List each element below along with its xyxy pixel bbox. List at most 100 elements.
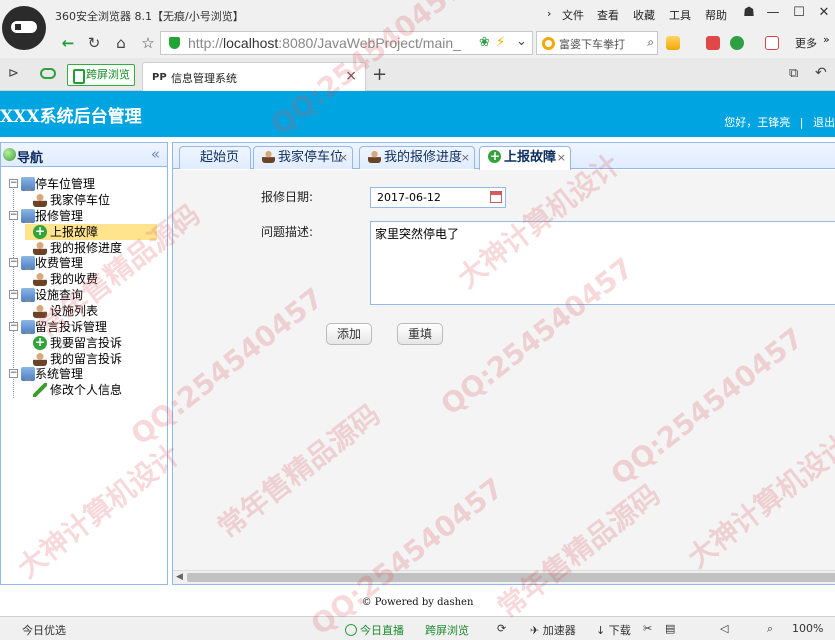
status-deals[interactable]: 今日优选 bbox=[22, 622, 66, 638]
tree-node-fees[interactable]: − 收费管理 bbox=[9, 255, 83, 271]
date-value: 2017-06-12 bbox=[377, 191, 441, 204]
minimize-icon[interactable]: — bbox=[760, 3, 786, 23]
search-input[interactable]: 富婆下车拳打 ⌕ bbox=[536, 31, 658, 55]
sync-icon[interactable]: ⟳ bbox=[497, 622, 506, 635]
add-icon bbox=[488, 149, 502, 163]
folder-icon bbox=[21, 177, 35, 191]
toggle-icon[interactable]: − bbox=[9, 290, 18, 299]
browser-titlebar: 360安全浏览器 8.1【无痕/小号浏览】 › 文件 查看 收藏 工具 帮助 ☗… bbox=[0, 0, 835, 28]
menu-arrow-icon[interactable]: › bbox=[547, 7, 551, 20]
tab-start-page[interactable]: 起始页 bbox=[179, 146, 251, 169]
toggle-icon[interactable]: − bbox=[9, 322, 18, 331]
restore-tabs-icon[interactable]: ⧉ bbox=[789, 66, 798, 81]
close-window-icon[interactable]: ✕ bbox=[811, 3, 835, 23]
menu-file[interactable]: 文件 bbox=[562, 7, 584, 23]
separator: | bbox=[799, 116, 804, 129]
url-field[interactable]: http://localhost:8080/JavaWebProject/mai… bbox=[160, 31, 533, 55]
page-icon[interactable]: ▤ bbox=[665, 622, 675, 635]
navigation-title: 导航 bbox=[17, 151, 44, 166]
tree-node-my-fees[interactable]: 我的收费 bbox=[25, 271, 98, 287]
tab-label: 上报故障 bbox=[504, 150, 557, 165]
status-download[interactable]: ↓ 下载 bbox=[596, 622, 631, 638]
tab-close-icon[interactable]: × bbox=[461, 147, 470, 168]
toggle-icon[interactable]: − bbox=[9, 258, 18, 267]
tab-close-icon[interactable]: × bbox=[345, 68, 357, 84]
translate-icon[interactable] bbox=[765, 36, 779, 50]
zoom-icon[interactable]: ⌕ bbox=[767, 622, 773, 636]
screenshot-icon[interactable]: ✂ bbox=[643, 622, 652, 635]
tree-node-edit-profile[interactable]: 修改个人信息 bbox=[25, 382, 122, 398]
status-accelerator-label: 加速器 bbox=[542, 624, 576, 637]
maximize-icon[interactable]: ☐ bbox=[786, 3, 812, 23]
new-tab-icon[interactable]: + bbox=[372, 64, 387, 85]
compat-mode-icon[interactable]: ❀ bbox=[479, 35, 490, 50]
description-textarea[interactable]: 家里突然停电了 bbox=[370, 221, 835, 305]
tree-node-repair-progress[interactable]: 我的报修进度 bbox=[25, 240, 122, 256]
speed-mode-icon[interactable]: ⚡ bbox=[496, 35, 505, 50]
favorite-star-icon[interactable]: ☆ bbox=[137, 32, 159, 54]
menu-help[interactable]: 帮助 bbox=[705, 7, 727, 23]
tree-label: 报修管理 bbox=[35, 209, 84, 223]
tab-report-fault[interactable]: 上报故障 × bbox=[479, 146, 571, 170]
volume-icon[interactable]: ◁ bbox=[720, 622, 728, 635]
scroll-thumb[interactable] bbox=[187, 573, 835, 582]
date-field[interactable]: 2017-06-12 bbox=[370, 187, 506, 208]
split-browse-tab[interactable]: 跨屏浏览 bbox=[67, 64, 135, 86]
menu-tools[interactable]: 工具 bbox=[669, 7, 691, 23]
tree-node-facility-list[interactable]: 设施列表 bbox=[25, 303, 98, 319]
tree-node-repair[interactable]: − 报修管理 bbox=[9, 208, 83, 224]
folder-icon bbox=[21, 320, 35, 334]
tree-node-complaints[interactable]: − 留言投诉管理 bbox=[9, 319, 107, 335]
tree-node-new-complaint[interactable]: 我要留言投诉 bbox=[25, 335, 122, 351]
sidebar-toggle-icon[interactable]: ⊳ bbox=[8, 66, 19, 81]
tree-label: 修改个人信息 bbox=[50, 383, 123, 397]
tab-close-icon[interactable]: × bbox=[339, 147, 348, 168]
tree-node-facilities[interactable]: − 设施查询 bbox=[9, 287, 83, 303]
status-live-label: 今日直播 bbox=[360, 624, 404, 637]
zoom-level[interactable]: 100% bbox=[792, 622, 823, 635]
collapse-icon[interactable]: « bbox=[151, 145, 160, 163]
browser-tab-active[interactable]: PP 信息管理系统 × bbox=[142, 62, 366, 91]
home-icon[interactable]: ⌂ bbox=[110, 32, 132, 54]
logout-link[interactable]: 退出 bbox=[813, 116, 835, 129]
tree-node-system[interactable]: − 系统管理 bbox=[9, 366, 83, 382]
menu-favorites[interactable]: 收藏 bbox=[633, 7, 655, 23]
undo-close-icon[interactable]: ↶ bbox=[815, 65, 827, 81]
tab-close-icon[interactable]: × bbox=[557, 147, 566, 168]
tree-node-my-parking[interactable]: 我家停车位 bbox=[25, 192, 110, 208]
safe-icon[interactable] bbox=[730, 36, 744, 50]
toolbox-icon[interactable] bbox=[666, 36, 680, 50]
tab-label: 起始页 bbox=[200, 150, 240, 165]
add-icon bbox=[33, 224, 47, 239]
refresh-icon[interactable]: ↻ bbox=[83, 32, 105, 54]
more-menu[interactable]: 更多 bbox=[795, 35, 817, 51]
status-split-browse[interactable]: 跨屏浏览 bbox=[425, 622, 469, 638]
status-accelerator[interactable]: ✈ 加速器 bbox=[530, 622, 576, 638]
reset-button[interactable]: 重填 bbox=[397, 323, 443, 345]
cloud-icon[interactable] bbox=[40, 68, 56, 79]
url-dropdown-icon[interactable]: ⌄ bbox=[516, 34, 527, 49]
tree-node-report-fault[interactable]: 上报故障 bbox=[25, 224, 157, 240]
mail-icon[interactable] bbox=[706, 36, 720, 50]
search-icon[interactable]: ⌕ bbox=[647, 35, 654, 50]
more-arrow-icon[interactable]: » bbox=[823, 33, 830, 46]
globe-icon bbox=[3, 148, 16, 161]
toggle-icon[interactable]: − bbox=[9, 179, 18, 188]
toggle-icon[interactable]: − bbox=[9, 369, 18, 378]
tab-repair-progress[interactable]: 我的报修进度 × bbox=[359, 146, 475, 169]
tree-node-parking[interactable]: − 停车位管理 bbox=[9, 176, 95, 192]
skin-icon[interactable]: ☗ bbox=[736, 3, 762, 23]
horizontal-scrollbar[interactable]: ◀ bbox=[173, 570, 835, 584]
add-button[interactable]: 添加 bbox=[326, 323, 372, 345]
tab-my-parking[interactable]: 我家停车位 × bbox=[253, 146, 353, 169]
toggle-icon[interactable]: − bbox=[9, 211, 18, 220]
tree-node-my-complaints[interactable]: 我的留言投诉 bbox=[25, 351, 122, 367]
browser-title: 360安全浏览器 8.1【无痕/小号浏览】 bbox=[55, 10, 244, 23]
status-live[interactable]: 今日直播 bbox=[345, 622, 404, 638]
scroll-left-icon[interactable]: ◀ bbox=[176, 572, 183, 582]
page-tabs: 起始页 我家停车位 × 我的报修进度 × 上报故障 × bbox=[173, 143, 835, 170]
back-icon[interactable]: ← bbox=[57, 32, 79, 54]
calendar-icon[interactable] bbox=[490, 191, 502, 203]
tree-label: 我要留言投诉 bbox=[50, 336, 123, 350]
menu-view[interactable]: 查看 bbox=[597, 7, 619, 23]
